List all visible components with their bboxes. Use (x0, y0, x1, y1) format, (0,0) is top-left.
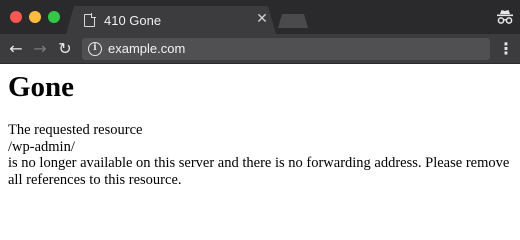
close-window-button[interactable] (10, 11, 22, 23)
browser-toolbar: ← → ↻ i example.com ⋮ (0, 34, 520, 64)
maximize-window-button[interactable] (48, 11, 60, 23)
page-icon (84, 13, 96, 27)
message-body: is no longer available on this server an… (8, 155, 510, 188)
menu-button[interactable]: ⋮ (498, 39, 514, 59)
tab-title: 410 Gone (104, 13, 162, 28)
back-button[interactable]: ← (6, 39, 26, 59)
page-title: Gone (8, 71, 75, 103)
reload-button[interactable]: ↻ (55, 39, 75, 59)
minimize-window-button[interactable] (29, 11, 41, 23)
forward-button[interactable]: → (30, 39, 50, 59)
url-text[interactable]: example.com (108, 41, 185, 56)
error-message: The requested resource /wp-admin/ is no … (8, 122, 512, 188)
tab-strip: 410 Gone ✕ (0, 0, 520, 34)
address-bar[interactable]: i example.com (82, 38, 490, 60)
tab-active[interactable]: 410 Gone ✕ (66, 6, 276, 34)
new-tab-button[interactable] (278, 14, 308, 28)
message-line: The requested resource (8, 122, 143, 138)
resource-path: /wp-admin/ (8, 138, 75, 155)
tab-close-icon[interactable]: ✕ (254, 11, 270, 27)
incognito-icon[interactable] (496, 9, 514, 25)
info-icon[interactable]: i (88, 42, 102, 56)
page-content: Gone The requested resource /wp-admin/ i… (8, 70, 512, 188)
